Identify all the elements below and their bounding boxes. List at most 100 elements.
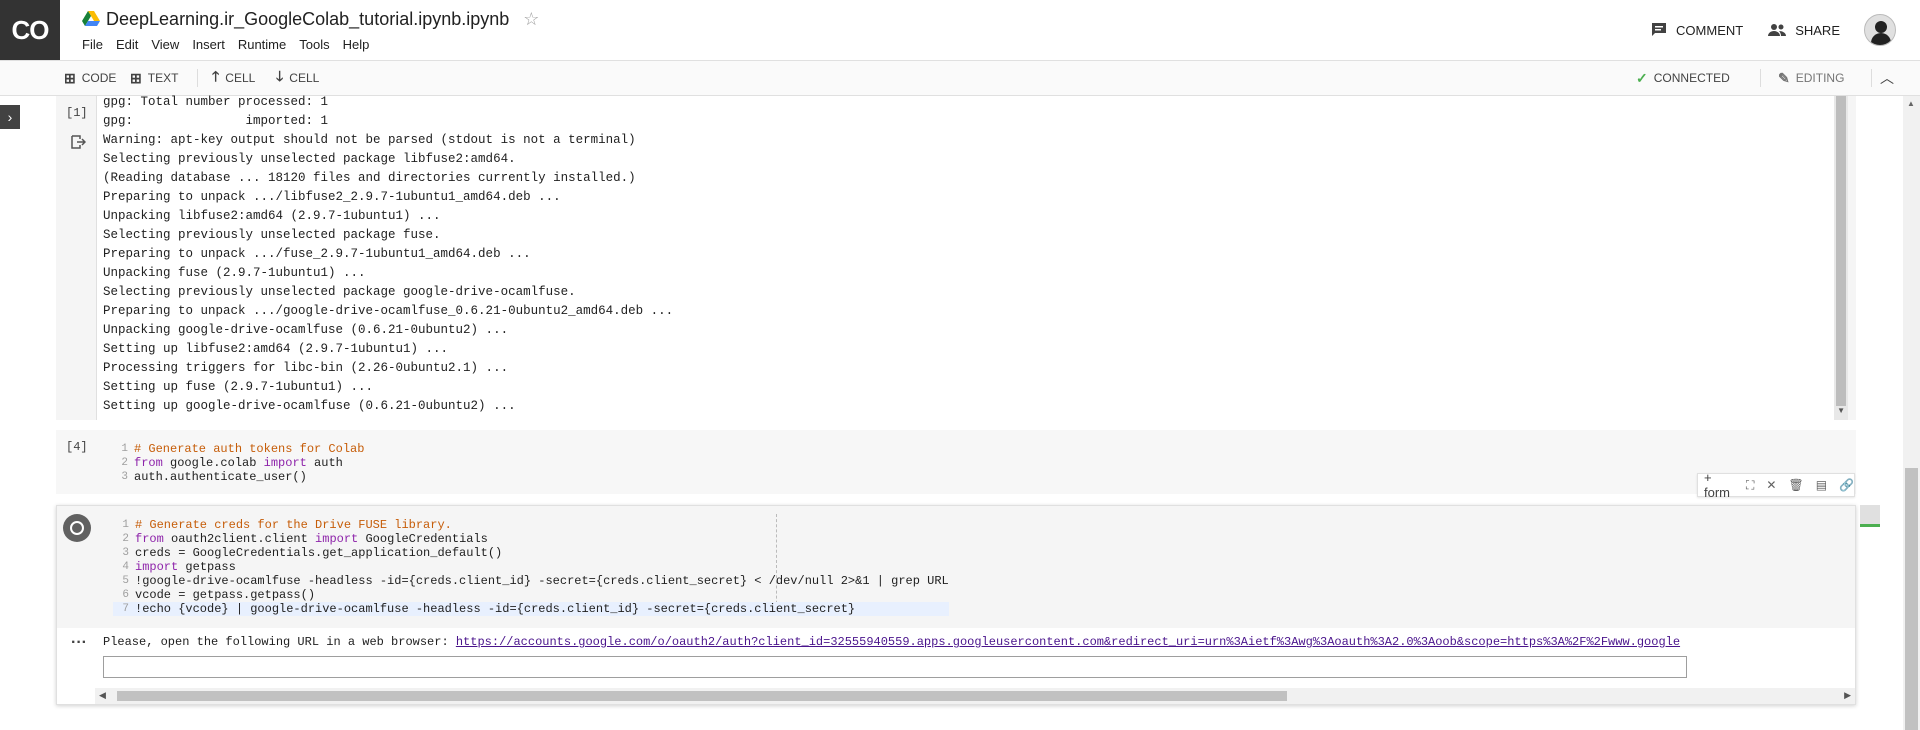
line-number: 2 — [122, 533, 129, 545]
code-keyword: from — [135, 532, 164, 546]
menu-insert[interactable]: Insert — [192, 37, 225, 52]
code-line[interactable]: 1 # Generate auth tokens for Colab — [112, 442, 364, 456]
cell-down-label: CELL — [289, 71, 320, 85]
comment-label: COMMENT — [1676, 22, 1744, 38]
check-icon: ✓ — [1636, 69, 1648, 86]
move-cell-down-button[interactable]: 🡓 CELL — [276, 61, 319, 95]
menu-runtime[interactable]: Runtime — [238, 37, 286, 52]
code-editor[interactable]: 1 # Generate auth tokens for Colab 2 from g… — [112, 442, 364, 484]
code-keyword: import — [315, 532, 359, 546]
scroll-left-icon[interactable]: ◀ — [99, 690, 106, 701]
code-text: !google-drive-ocamlfuse -headless -id={c… — [135, 574, 949, 588]
notebook-title[interactable]: DeepLearning.ir_GoogleColab_tutorial.ipy… — [106, 9, 509, 30]
output-prefix: Please, open the following URL in a web … — [103, 635, 456, 649]
output-line: Unpacking fuse (2.9.7-1ubuntu1) ... — [103, 266, 366, 280]
add-code-button[interactable]: ⊞ CODE — [64, 61, 116, 95]
code-line[interactable]: 3 creds = GoogleCredentials.get_applicati… — [113, 546, 949, 560]
toolbar-divider — [197, 69, 198, 87]
delete-icon[interactable]: 🗑 — [1788, 478, 1803, 492]
code-text: oauth2client.client — [163, 532, 316, 546]
menu-help[interactable]: Help — [343, 37, 370, 52]
output-line: Preparing to unpack .../fuse_2.9.7-1ubun… — [103, 247, 531, 261]
comment-icon[interactable]: ▤ — [1816, 478, 1827, 492]
close-icon[interactable]: ✕ — [1766, 478, 1776, 492]
scroll-up-icon[interactable]: ▲ — [1907, 99, 1915, 108]
code-line[interactable]: 5 !google-drive-ocamlfuse -headless -id={… — [113, 574, 949, 588]
code-cell-drive-fuse[interactable]: 1 # Generate creds for the Drive FUSE lib… — [56, 505, 1856, 705]
code-editor[interactable]: 1 # Generate creds for the Drive FUSE lib… — [113, 518, 949, 616]
link-icon[interactable]: 🔗 — [1839, 478, 1854, 492]
output-line: gpg: Total number processed: 1 — [103, 95, 329, 109]
oauth-url-link[interactable]: https://accounts.google.com/o/oauth2/aut… — [456, 635, 1680, 649]
code-comment: # Generate creds for the Drive FUSE libr… — [135, 518, 452, 532]
output-line: Selecting previously unselected package … — [103, 228, 441, 242]
scrollbar-thumb[interactable] — [1836, 96, 1846, 406]
output-horizontal-scrollbar[interactable]: ◀ ▶ — [95, 688, 1855, 704]
add-form-button[interactable]: + form — [1704, 470, 1734, 500]
google-drive-icon[interactable] — [82, 11, 100, 27]
colab-logo[interactable]: CO — [0, 0, 60, 60]
page-scrollbar[interactable]: ▲ — [1903, 96, 1920, 730]
add-text-button[interactable]: ⊞ TEXT — [130, 61, 178, 95]
menu-tools[interactable]: Tools — [299, 37, 329, 52]
share-button[interactable]: SHARE — [1767, 22, 1840, 38]
scrollbar-thumb[interactable] — [117, 691, 1287, 701]
code-line[interactable]: 7 !echo {vcode} | google-drive-ocamlfuse … — [113, 602, 949, 616]
code-line[interactable]: 3 auth.authenticate_user() — [112, 470, 364, 484]
stop-execution-icon[interactable] — [63, 514, 91, 542]
user-avatar[interactable] — [1864, 14, 1896, 46]
collaborator-avatar[interactable] — [1860, 505, 1880, 527]
scroll-right-icon[interactable]: ▶ — [1844, 690, 1851, 701]
scroll-down-icon[interactable]: ▼ — [1837, 406, 1845, 415]
code-comment: # Generate auth tokens for Colab — [134, 442, 365, 456]
menu-edit[interactable]: Edit — [116, 37, 138, 52]
output-line: Selecting previously unselected package … — [103, 285, 576, 299]
move-cell-up-button[interactable]: 🡑 CELL — [212, 61, 255, 95]
cell-up-label: CELL — [225, 71, 256, 85]
code-line[interactable]: 4 import getpass — [113, 560, 949, 574]
line-number: 7 — [122, 603, 129, 615]
title-row: DeepLearning.ir_GoogleColab_tutorial.ipy… — [82, 8, 539, 30]
line-number: 5 — [122, 575, 129, 587]
expand-icon[interactable]: ⛶ — [1746, 478, 1754, 493]
sidebar-toggle-icon[interactable]: › — [0, 105, 20, 129]
line-number: 1 — [122, 519, 129, 531]
code-line[interactable]: 6 vcode = getpass.getpass() — [113, 588, 949, 602]
comment-button[interactable]: COMMENT — [1650, 21, 1743, 39]
execution-count: [4] — [66, 440, 88, 454]
code-text: auth.authenticate_user() — [134, 470, 307, 484]
output-line: gpg: imported: 1 — [103, 114, 329, 128]
line-number: 3 — [122, 547, 129, 559]
plus-icon: ⊞ — [130, 69, 142, 86]
code-line[interactable]: 2 from google.colab import auth — [112, 456, 364, 470]
editing-mode[interactable]: ✎ EDITING — [1778, 61, 1844, 95]
code-line[interactable]: 1 # Generate creds for the Drive FUSE lib… — [113, 518, 949, 532]
output-line: Warning: apt-key output should not be pa… — [103, 133, 636, 147]
menu-view[interactable]: View — [151, 37, 179, 52]
connected-status[interactable]: ✓ CONNECTED — [1636, 61, 1730, 95]
verification-code-input[interactable] — [103, 656, 1687, 678]
output-line: Preparing to unpack .../libfuse2_2.9.7-1… — [103, 190, 561, 204]
add-code-label: CODE — [81, 71, 117, 85]
star-icon[interactable]: ☆ — [523, 9, 539, 30]
comment-icon — [1652, 23, 1667, 36]
output-scroll-area[interactable]: gpg: Total number processed: 1 gpg: impor… — [96, 93, 1848, 420]
output-line: Setting up google-drive-ocamlfuse (0.6.2… — [103, 399, 516, 413]
line-number: 3 — [121, 471, 128, 483]
editing-label: EDITING — [1795, 71, 1845, 85]
more-options-icon[interactable]: ··· — [71, 634, 87, 652]
clear-output-icon[interactable] — [70, 134, 86, 150]
menu-file[interactable]: File — [82, 37, 103, 52]
scrollbar-thumb[interactable] — [1905, 468, 1918, 730]
code-cell-auth[interactable]: [4] 1 # Generate auth tokens for Colab 2 fr… — [56, 430, 1856, 494]
code-keyword: import — [263, 456, 307, 470]
collapse-header-icon[interactable]: ︿ — [1880, 61, 1894, 95]
code-keyword: from — [134, 456, 163, 470]
execution-count: [1] — [66, 106, 88, 120]
code-text: vcode = getpass.getpass() — [135, 588, 316, 602]
code-line[interactable]: 2 from oauth2client.client import GoogleC… — [113, 532, 949, 546]
output-scrollbar[interactable] — [1834, 96, 1848, 420]
output-line: Setting up fuse (2.9.7-1ubuntu1) ... — [103, 380, 374, 394]
menu-bar: File Edit View Insert Runtime Tools Help — [82, 37, 382, 52]
output-text: gpg: Total number processed: 1 gpg: impor… — [103, 93, 673, 416]
